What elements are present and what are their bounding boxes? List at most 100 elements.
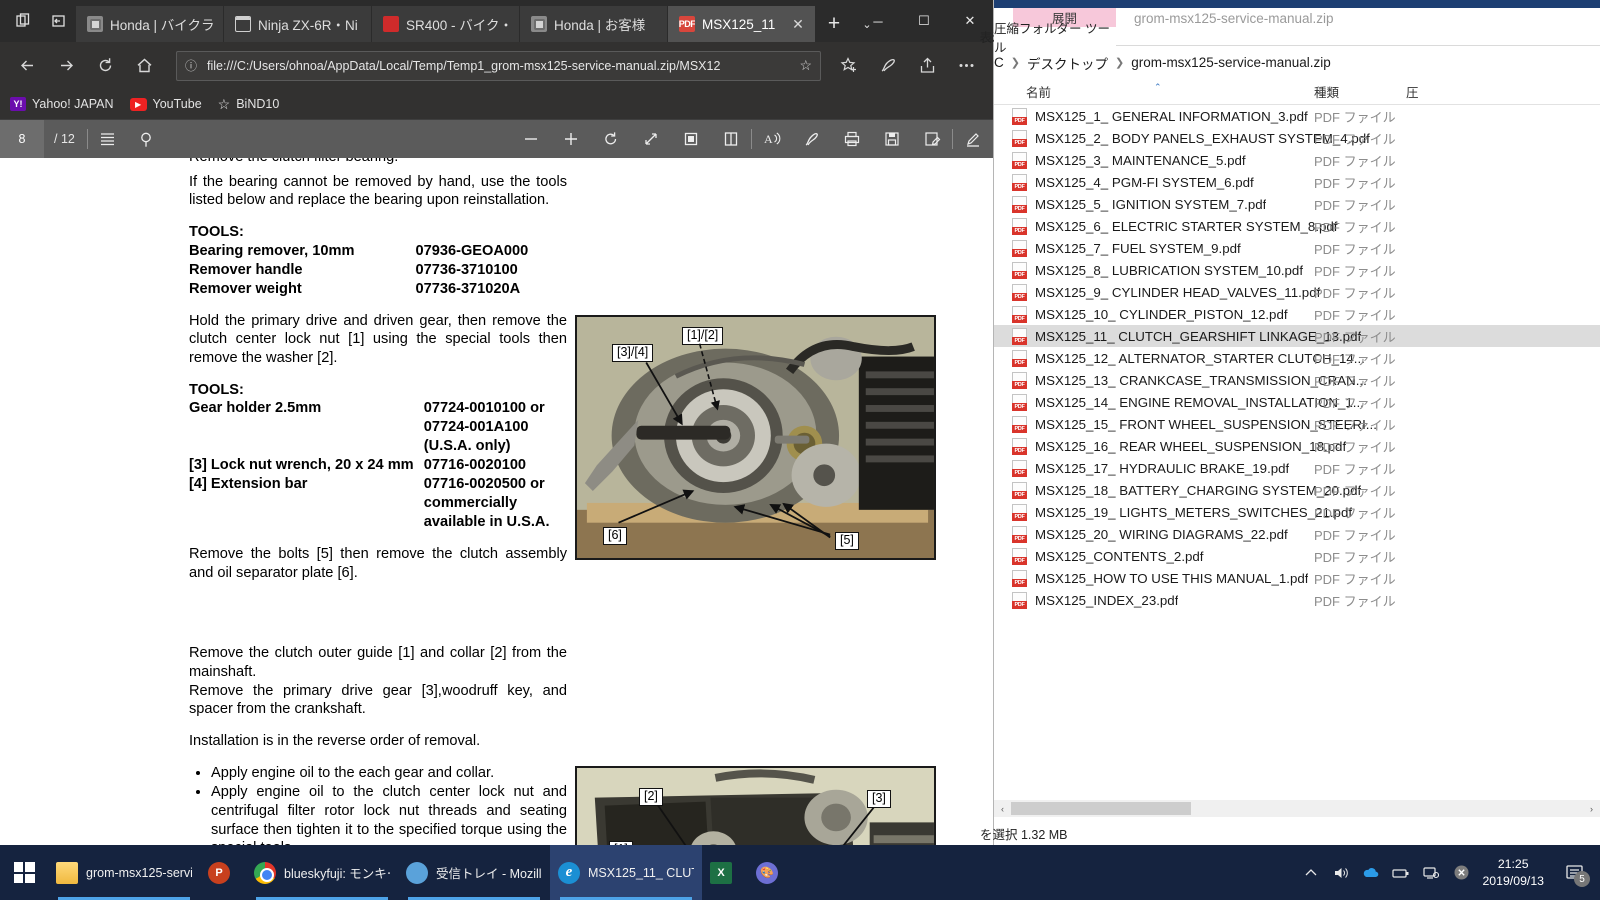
scrollbar-track[interactable] — [1011, 800, 1583, 817]
highlight-icon[interactable] — [953, 120, 993, 158]
taskbar-item-paint[interactable]: 🎨 — [748, 845, 794, 900]
save-as-icon[interactable] — [912, 120, 952, 158]
browser-tab-3[interactable]: SR400 - バイク・ — [372, 6, 520, 42]
breadcrumb-item-c[interactable]: C — [994, 55, 1004, 70]
file-list-item[interactable]: MSX125_4_ PGM-FI SYSTEM_6.pdf PDF ファイル — [994, 171, 1600, 193]
address-bar[interactable]: ⓘ file:///C:/Users/ohnoa/AppData/Local/T… — [176, 50, 821, 81]
rotate-icon[interactable] — [591, 120, 631, 158]
browser-tab-1[interactable]: Honda | バイクラ — [76, 6, 224, 42]
browser-tab-5-active[interactable]: PDF MSX125_11 ✕ — [668, 6, 816, 42]
contents-icon[interactable] — [88, 120, 128, 158]
draw-icon[interactable] — [792, 120, 832, 158]
reload-icon[interactable] — [86, 48, 124, 84]
file-list-item[interactable]: MSX125_CONTENTS_2.pdf PDF ファイル — [994, 545, 1600, 567]
forward-icon[interactable] — [47, 48, 85, 84]
favorites-icon[interactable] — [830, 48, 868, 84]
close-tab-icon[interactable]: ✕ — [791, 16, 805, 33]
tab-preview-icon[interactable] — [6, 4, 40, 38]
taskbar-item-powerpoint[interactable]: P — [200, 845, 246, 900]
network-icon[interactable] — [1416, 845, 1446, 900]
file-list-item[interactable]: MSX125_9_ CYLINDER HEAD_VALVES_11.pdfPDF… — [994, 281, 1600, 303]
file-list-item[interactable]: MSX125_14_ ENGINE REMOVAL_INSTALLATION_1… — [994, 391, 1600, 413]
new-tab-button[interactable]: + — [816, 6, 852, 42]
home-icon[interactable] — [125, 48, 163, 84]
chevron-up-icon[interactable] — [1296, 845, 1326, 900]
file-list-item[interactable]: MSX125_6_ ELECTRIC STARTER SYSTEM_8.pdfP… — [994, 215, 1600, 237]
pdf-bullet-item: Apply engine oil to the each gear and co… — [211, 764, 567, 783]
file-name: MSX125_10_ CYLINDER_PISTON_12.pdf — [1035, 306, 1288, 322]
breadcrumb-item-zip[interactable]: grom-msx125-service-manual.zip — [1131, 55, 1331, 70]
file-list-item[interactable]: MSX125_3_ MAINTENANCE_5.pdf PDF ファイル — [994, 149, 1600, 171]
file-list-item[interactable]: MSX125_7_ FUEL SYSTEM_9.pdf PDF ファイル — [994, 237, 1600, 259]
taskbar-item-chrome[interactable]: blueskyfuji: モンキー1... — [246, 845, 398, 900]
volume-icon[interactable] — [1326, 845, 1356, 900]
file-kind: PDF ファイル — [1314, 197, 1396, 213]
column-header-compressed[interactable]: 圧 — [1406, 82, 1419, 101]
file-list-item-selected[interactable]: MSX125_11_ CLUTCH_GEARSHIFT LINKAGE_13.p… — [994, 325, 1600, 347]
back-icon[interactable] — [8, 48, 46, 84]
share-icon[interactable] — [908, 48, 946, 84]
taskbar-item-excel[interactable]: X — [702, 845, 748, 900]
taskbar-item-thunderbird[interactable]: 受信トレイ - Mozilla ... — [398, 845, 550, 900]
search-icon[interactable] — [128, 120, 168, 158]
taskbar-item-edge[interactable]: e MSX125_11_ CLUTC... — [550, 845, 702, 900]
onedrive-icon[interactable] — [1356, 845, 1386, 900]
pdf-page-content[interactable]: Remove the clutch filter bearing. If the… — [0, 158, 993, 845]
clock[interactable]: 21:25 2019/09/13 — [1476, 856, 1554, 889]
file-list-item[interactable]: MSX125_15_ FRONT WHEEL_SUSPENSION_STEERI… — [994, 413, 1600, 435]
favorite-bind10[interactable]: ☆ BiND10 — [218, 96, 280, 113]
file-list-item[interactable]: MSX125_16_ REAR WHEEL_SUSPENSION_18.pdfP… — [994, 435, 1600, 457]
maximize-button[interactable]: ☐ — [901, 0, 947, 42]
breadcrumb-item-desktop[interactable]: デスクトップ — [1027, 53, 1108, 73]
fit-icon[interactable] — [631, 120, 671, 158]
zoom-in-icon[interactable] — [551, 120, 591, 158]
browser-tab-2[interactable]: Ninja ZX-6R・Ni — [224, 6, 372, 42]
fit-page-icon[interactable] — [671, 120, 711, 158]
page-number-input[interactable]: 8 — [0, 120, 44, 158]
column-header-kind[interactable]: 種類 — [1314, 82, 1339, 101]
tab-title: Honda | お客様 — [554, 18, 646, 33]
battery-icon[interactable] — [1386, 845, 1416, 900]
scroll-right-icon[interactable]: › — [1583, 800, 1600, 817]
action-center-button[interactable]: 5 — [1554, 845, 1596, 900]
star-icon[interactable]: ☆ — [799, 57, 814, 74]
address-url[interactable]: file:///C:/Users/ohnoa/AppData/Local/Tem… — [207, 59, 791, 73]
file-kind: PDF ファイル — [1314, 505, 1396, 521]
file-list-item[interactable]: MSX125_5_ IGNITION SYSTEM_7.pdf PDF ファイル — [994, 193, 1600, 215]
print-icon[interactable] — [832, 120, 872, 158]
minimize-button[interactable]: ─ — [855, 0, 901, 42]
file-list-item[interactable]: MSX125_HOW TO USE THIS MANUAL_1.pdf PDF フ… — [994, 567, 1600, 589]
file-list-item[interactable]: MSX125_1_ GENERAL INFORMATION_3.pdf PDF フ… — [994, 105, 1600, 127]
file-list-item[interactable]: MSX125_2_ BODY PANELS_EXHAUST SYSTEM_4.p… — [994, 127, 1600, 149]
set-tabs-aside-icon[interactable] — [42, 4, 76, 38]
more-options-icon[interactable] — [947, 48, 985, 84]
tool-name: Gear holder 2.5mm — [189, 400, 322, 417]
file-list-item[interactable]: MSX125_13_ CRANKCASE_TRANSMISSION_CRAN..… — [994, 369, 1600, 391]
explorer-file-list[interactable]: MSX125_1_ GENERAL INFORMATION_3.pdf PDF フ… — [994, 105, 1600, 777]
zoom-out-icon[interactable] — [511, 120, 551, 158]
file-list-item[interactable]: MSX125_INDEX_23.pdf PDF ファイル — [994, 589, 1600, 611]
file-list-item[interactable]: MSX125_17_ HYDRAULIC BRAKE_19.pdf PDF ファイ… — [994, 457, 1600, 479]
file-kind: PDF ファイル — [1314, 153, 1396, 169]
file-list-item[interactable]: MSX125_20_ WIRING DIAGRAMS_22.pdf PDF ファイ… — [994, 523, 1600, 545]
file-list-item[interactable]: MSX125_10_ CYLINDER_PISTON_12.pdf PDF ファイ… — [994, 303, 1600, 325]
file-list-item[interactable]: MSX125_8_ LUBRICATION SYSTEM_10.pdf PDF フ… — [994, 259, 1600, 281]
taskbar-item-explorer[interactable]: grom-msx125-servi... — [48, 845, 200, 900]
read-aloud-icon[interactable]: A — [752, 120, 792, 158]
explorer-horizontal-scrollbar[interactable]: ‹ › — [994, 800, 1600, 817]
favorite-yahoo[interactable]: Y! Yahoo! JAPAN — [10, 97, 114, 111]
file-list-item[interactable]: MSX125_12_ ALTERNATOR_STARTER CLUTCH_14.… — [994, 347, 1600, 369]
save-icon[interactable] — [872, 120, 912, 158]
close-circle-icon[interactable] — [1446, 845, 1476, 900]
file-list-item[interactable]: MSX125_19_ LIGHTS_METERS_SWITCHES_21.pdf… — [994, 501, 1600, 523]
file-kind: PDF ファイル — [1314, 329, 1396, 345]
browser-tab-4[interactable]: Honda | お客様 — [520, 6, 668, 42]
file-list-item[interactable]: MSX125_18_ BATTERY_CHARGING SYSTEM_20.pd… — [994, 479, 1600, 501]
favorite-youtube[interactable]: ▶ YouTube — [129, 97, 202, 111]
scrollbar-thumb[interactable] — [1011, 802, 1191, 815]
start-button[interactable] — [0, 845, 48, 900]
scroll-left-icon[interactable]: ‹ — [994, 800, 1011, 817]
web-notes-icon[interactable] — [869, 48, 907, 84]
column-header-name[interactable]: 名前 — [1026, 82, 1051, 101]
two-page-icon[interactable] — [711, 120, 751, 158]
